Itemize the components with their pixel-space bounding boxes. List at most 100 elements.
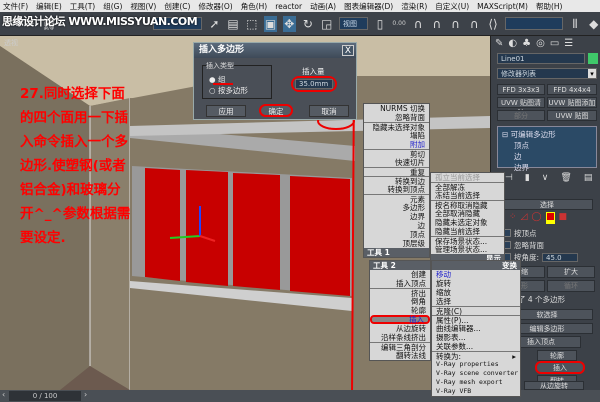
scale-icon[interactable]: ◲: [320, 16, 333, 32]
utilities-tab-icon[interactable]: ☰: [564, 38, 573, 49]
menu-edit[interactable]: 编辑(E): [36, 1, 62, 12]
menu-item[interactable]: 旋转: [432, 279, 520, 288]
stack-item[interactable]: ⊟ 可编辑多边形: [502, 129, 592, 140]
ok-button[interactable]: 确定: [259, 104, 293, 117]
show-end-result-icon[interactable]: ▮: [525, 173, 530, 183]
menu-help[interactable]: 帮助(H): [536, 1, 563, 12]
menu-item[interactable]: 属性(P)...: [432, 315, 520, 325]
stack-item[interactable]: 顶点: [502, 140, 592, 151]
menu-item[interactable]: V-Ray properties: [432, 360, 520, 369]
edge-icon[interactable]: ◿: [521, 212, 528, 224]
menu-item[interactable]: 全部取消隐藏: [431, 209, 504, 218]
menu-item-convert[interactable]: 转换为: ▸: [432, 351, 520, 361]
vertex-icon[interactable]: ⁘: [509, 212, 517, 224]
amount-spinner[interactable]: 35.0mm: [295, 79, 333, 89]
cancel-button[interactable]: 取消: [309, 105, 349, 117]
menu-item[interactable]: 多边形: [364, 203, 429, 212]
menu-item[interactable]: 孤立当前选择: [431, 173, 504, 182]
menu-item[interactable]: 塌陷: [364, 131, 429, 140]
menu-item[interactable]: 转换到边: [364, 176, 429, 186]
selection-rollout[interactable]: 选择: [501, 199, 593, 210]
menu-animation[interactable]: 动画(A): [310, 1, 336, 12]
reference-coord-dropdown[interactable]: 视图: [339, 17, 368, 30]
menu-item[interactable]: 曲线编辑器...: [432, 324, 520, 333]
modifier-list-dropdown[interactable]: 修改器列表 ▾: [497, 68, 597, 79]
make-unique-icon[interactable]: ∨: [542, 173, 549, 183]
menu-item[interactable]: V-Ray VFB: [432, 387, 520, 396]
spinner-snap-icon[interactable]: ∩: [468, 16, 481, 32]
menu-item[interactable]: 重复: [364, 167, 429, 177]
loop-button[interactable]: 循环: [547, 280, 595, 292]
menu-reactor[interactable]: reactor: [275, 2, 302, 11]
menu-item[interactable]: 移动: [432, 270, 520, 279]
menu-maxscript[interactable]: MAXScript(M): [477, 2, 528, 11]
menu-item[interactable]: 边界: [364, 212, 429, 221]
stack-item[interactable]: 边: [502, 151, 592, 162]
menu-customize[interactable]: 自定义(U): [435, 1, 469, 12]
ffd444-button[interactable]: FFD 4x4x4: [547, 84, 597, 95]
menu-rendering[interactable]: 渲染(R): [401, 1, 427, 12]
select-icon[interactable]: ➚: [208, 16, 221, 32]
snap-icon[interactable]: ∩: [412, 16, 425, 32]
radio-by-polygon[interactable]: ○ 按多边形: [209, 85, 248, 96]
hinge-from-edge-button[interactable]: 从边旋转: [524, 381, 584, 390]
menu-item[interactable]: 沿样条线挤出: [370, 333, 430, 342]
menu-item[interactable]: 全部解冻: [431, 182, 504, 192]
object-color-swatch[interactable]: [588, 53, 598, 64]
close-icon[interactable]: X: [342, 45, 354, 56]
mirror-icon[interactable]: ⫴: [569, 16, 582, 32]
menu-item[interactable]: 编辑三角剖分: [370, 342, 430, 352]
region-select-icon[interactable]: ⬚: [245, 16, 258, 32]
menu-item[interactable]: 挤出: [370, 288, 430, 298]
angle-spinner[interactable]: 45.0: [542, 252, 579, 262]
menu-views[interactable]: 视图(V): [130, 1, 156, 12]
menu-character[interactable]: 角色(H): [241, 1, 268, 12]
polygon-icon[interactable]: [545, 212, 555, 224]
menu-item[interactable]: 插入顶点: [370, 279, 430, 288]
menu-item[interactable]: 隐藏未选定对象: [431, 218, 504, 227]
menu-item[interactable]: 从边旋转: [370, 324, 430, 333]
apply-button[interactable]: 应用: [206, 105, 246, 117]
menu-tools[interactable]: 工具(T): [70, 1, 95, 12]
menu-item[interactable]: 快速切片: [364, 158, 429, 167]
move-icon[interactable]: ✥: [282, 15, 296, 32]
menu-item[interactable]: 缩放: [432, 288, 520, 297]
menu-item[interactable]: 倒角: [370, 297, 430, 306]
menu-item[interactable]: 管理场景状态...: [431, 245, 504, 254]
select-by-name-icon[interactable]: ▤: [227, 16, 240, 32]
menu-create[interactable]: 创建(C): [164, 1, 190, 12]
menu-item[interactable]: 转换到顶点: [364, 185, 429, 194]
uvw-clear-button[interactable]: UVW 贴图清除: [497, 97, 545, 117]
menu-group[interactable]: 组(G): [103, 1, 122, 12]
time-slider[interactable]: 0 / 100: [9, 391, 81, 401]
menu-modifiers[interactable]: 修改器(O): [198, 1, 232, 12]
menu-item[interactable]: 翻转法线: [370, 351, 430, 360]
configure-icon[interactable]: ▤: [584, 173, 593, 183]
menu-item[interactable]: 克隆(C): [432, 306, 520, 316]
border-icon[interactable]: ◯: [531, 212, 541, 224]
grow-button[interactable]: 扩大: [547, 266, 595, 278]
menu-item[interactable]: 关联参数...: [432, 342, 520, 351]
menu-item[interactable]: 顶层级: [364, 239, 429, 248]
menu-item-insert[interactable]: 插入: [370, 315, 430, 324]
menu-item[interactable]: 创建: [370, 270, 430, 279]
part-button[interactable]: 部分: [497, 110, 545, 121]
menu-item[interactable]: V-Ray scene converter: [432, 369, 520, 378]
menu-item[interactable]: 附加: [364, 140, 429, 149]
menu-item[interactable]: 元素: [364, 194, 429, 204]
menu-file[interactable]: 文件(F): [3, 1, 28, 12]
insert-button[interactable]: 插入: [535, 361, 585, 374]
angle-snap-icon[interactable]: ∩: [430, 16, 443, 32]
menu-item[interactable]: 隐藏未选择对象: [364, 122, 429, 132]
menu-item[interactable]: 隐藏当前选择: [431, 227, 504, 236]
menu-item[interactable]: NURMS 切换: [364, 104, 429, 113]
align-icon[interactable]: ◆: [587, 16, 600, 32]
menu-item[interactable]: 忽略背面: [364, 113, 429, 122]
menu-item[interactable]: 保存场景状态...: [431, 236, 504, 246]
next-frame-icon[interactable]: ›: [84, 390, 87, 399]
menu-item[interactable]: 轮廓: [370, 306, 430, 315]
menu-item[interactable]: 摄影表...: [432, 333, 520, 342]
outline-button[interactable]: 轮廓: [537, 350, 577, 361]
prev-frame-icon[interactable]: ‹: [2, 390, 5, 399]
menu-item[interactable]: 按名称取消隐藏: [431, 200, 504, 210]
